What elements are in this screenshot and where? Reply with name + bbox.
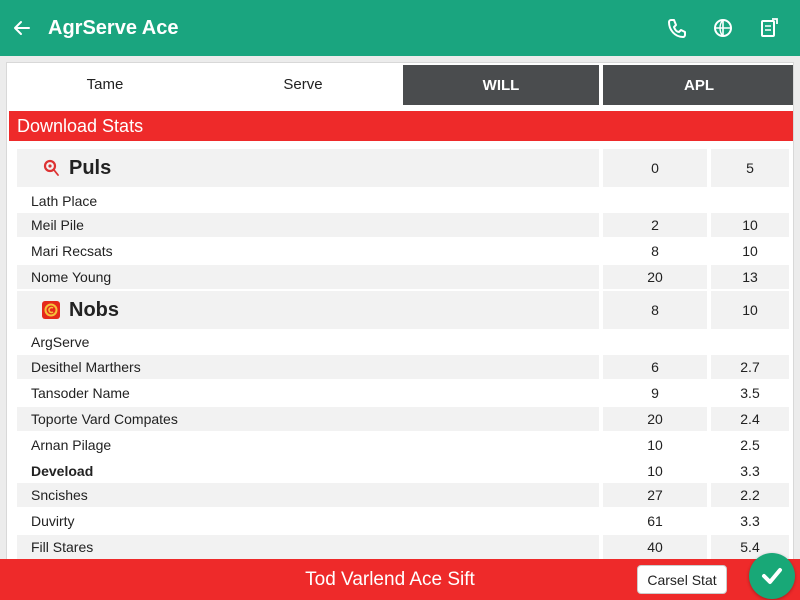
table-row[interactable]: Desithel Marthers 6 2.7: [17, 355, 789, 379]
value-cell: 10: [742, 302, 758, 318]
group-label: Nobs: [69, 298, 119, 321]
table-row[interactable]: Nome Young 20 13: [17, 265, 789, 289]
app-bar-actions: [658, 0, 788, 56]
app-title: AgrServe Ace: [48, 16, 179, 39]
tab-serve[interactable]: Serve: [203, 63, 403, 105]
value-cell: 10: [742, 217, 758, 233]
pin-icon: [43, 159, 59, 176]
row-label: Deveload: [31, 463, 94, 479]
row-label: Arnan Pilage: [31, 437, 112, 453]
group-row[interactable]: Nobs 8 10: [17, 291, 789, 329]
globe-button[interactable]: [704, 9, 742, 47]
arrow-left-icon: [14, 21, 30, 35]
back-button[interactable]: [0, 0, 44, 56]
value-cell: 2.7: [740, 359, 760, 375]
value-cell: 13: [742, 269, 758, 285]
value-cell: 2.5: [740, 437, 760, 453]
value-cell: 8: [651, 243, 659, 259]
section-header: Download Stats: [9, 111, 793, 141]
table-row[interactable]: Sncishes 27 2.2: [17, 483, 789, 507]
value-cell: 61: [647, 513, 663, 529]
value-cell: 3.5: [740, 385, 760, 401]
value-cell: 3.3: [740, 513, 760, 529]
confirm-fab[interactable]: [749, 553, 795, 599]
value-cell: 40: [647, 539, 663, 555]
value-cell: 2.2: [740, 487, 760, 503]
value-cell: 2: [651, 217, 659, 233]
row-label: Desithel Marthers: [31, 359, 141, 375]
cancel-stat-button[interactable]: Carsel Stat: [637, 565, 727, 594]
row-label: Toporte Vard Compates: [31, 411, 178, 427]
value-cell: 20: [647, 411, 663, 427]
table-row[interactable]: Fill Stares 40 5.4: [17, 535, 789, 559]
group-row[interactable]: Puls 0 5: [17, 149, 789, 187]
value-cell: 20: [647, 269, 663, 285]
value-cell: 10: [647, 463, 663, 479]
row-label: Duvirty: [31, 513, 75, 529]
table-row[interactable]: Meil Pile 2 10: [17, 213, 789, 237]
value-cell: 0: [651, 160, 659, 176]
row-label: Tansoder Name: [31, 385, 130, 401]
table-row[interactable]: Arnan Pilage 10 2.5: [17, 433, 789, 457]
clipboard-icon: [761, 18, 778, 37]
table-row[interactable]: Duvirty 61 3.3: [17, 509, 789, 533]
value-cell: 9: [651, 385, 659, 401]
subheader-label: ArgServe: [31, 334, 90, 350]
table-row[interactable]: Deveload 10 3.3: [17, 459, 789, 483]
table-row[interactable]: Mari Recsats 8 10: [17, 239, 789, 263]
app-bar: AgrServe Ace: [0, 0, 800, 56]
subheader-label: Lath Place: [31, 193, 98, 209]
stats-card: Tame Serve WILL APL Download Stats Puls …: [6, 62, 794, 560]
clipboard-button[interactable]: [750, 9, 788, 47]
value-cell: 10: [742, 243, 758, 259]
row-label: Fill Stares: [31, 539, 94, 555]
tab-apl[interactable]: APL: [603, 65, 793, 105]
globe-icon: [714, 19, 732, 37]
value-cell: 2.4: [740, 411, 760, 427]
value-cell: 27: [647, 487, 663, 503]
table-row[interactable]: Tansoder Name 9 3.5: [17, 381, 789, 405]
footer-bar: Tod Varlend Ace Sift Carsel Stat: [0, 559, 800, 600]
tab-tame[interactable]: Tame: [7, 63, 203, 105]
value-cell: 6: [651, 359, 659, 375]
tab-will[interactable]: WILL: [403, 65, 599, 105]
value-cell: 10: [647, 437, 663, 453]
subheader-row: Lath Place: [17, 189, 789, 213]
value-cell: 3.3: [740, 463, 760, 479]
table-row[interactable]: Toporte Vard Compates 20 2.4: [17, 407, 789, 431]
row-label: Mari Recsats: [31, 243, 113, 259]
subheader-row: ArgServe: [17, 329, 789, 355]
group-label: Puls: [69, 156, 112, 179]
phone-icon: [668, 19, 686, 38]
value-cell: 8: [651, 302, 659, 318]
badge-icon: [42, 301, 60, 319]
row-label: Sncishes: [31, 487, 88, 503]
row-label: Nome Young: [31, 269, 112, 285]
value-cell: 5: [746, 160, 754, 176]
row-label: Meil Pile: [31, 217, 84, 233]
tab-bar: Tame Serve WILL APL: [7, 63, 793, 107]
phone-button[interactable]: [658, 9, 696, 47]
checkmark-icon: [762, 568, 782, 584]
